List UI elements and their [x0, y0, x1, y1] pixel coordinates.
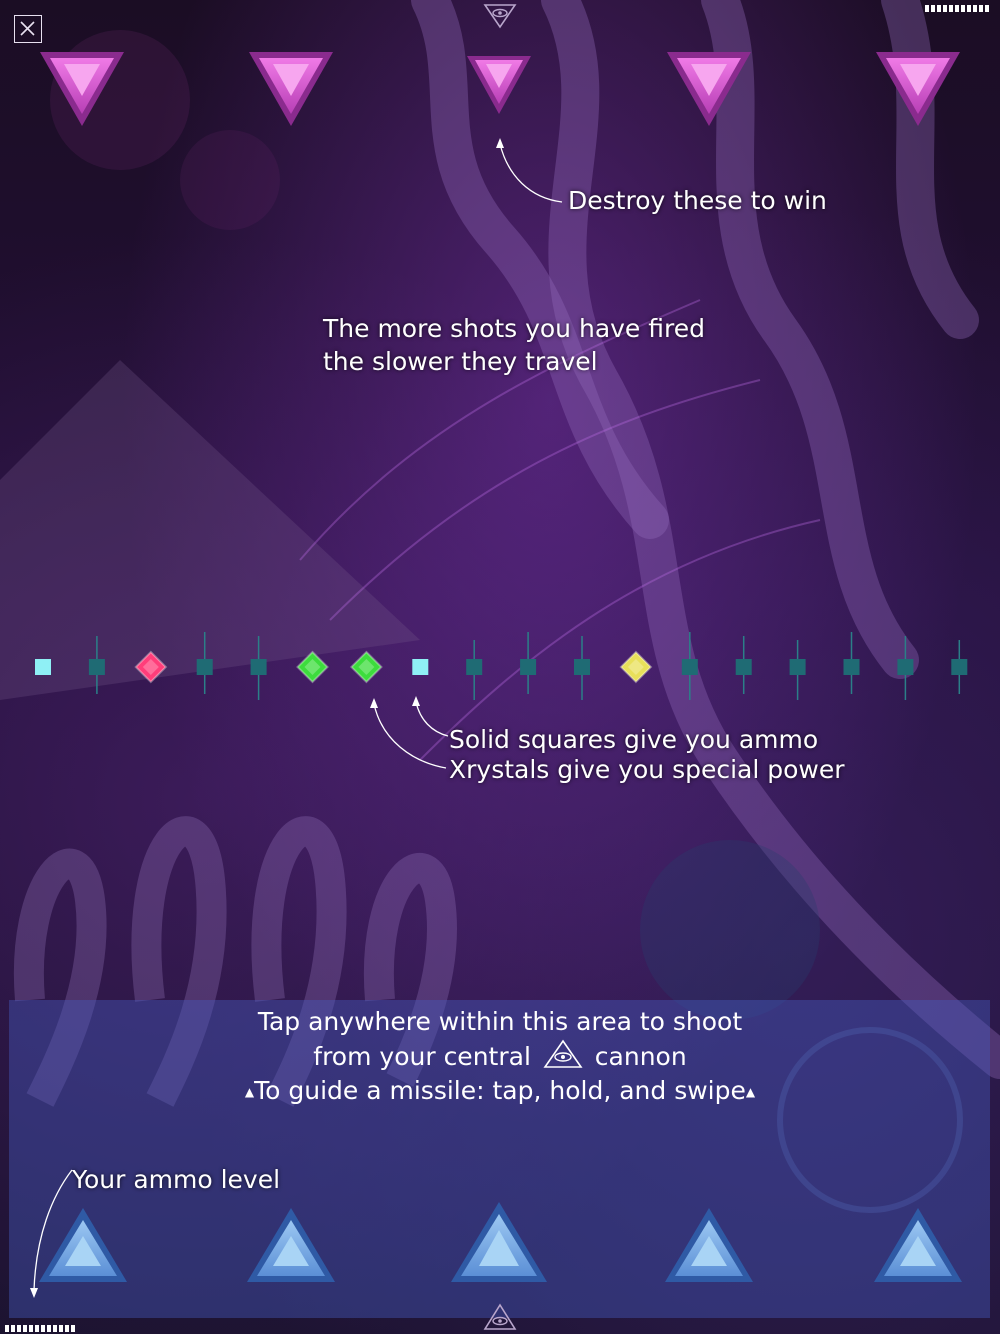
ammo-hint: Your ammo level	[72, 1165, 281, 1194]
ammo-square	[196, 632, 213, 694]
ammo-square	[735, 636, 752, 694]
pickup-row	[35, 632, 968, 700]
crystals-hint: Xrystals give you special power	[449, 755, 845, 784]
tap-hint-line-3-text: To guide a missile: tap, hold, and swipe	[254, 1076, 746, 1105]
enemy-target	[467, 56, 531, 114]
crystal-pickup	[349, 650, 383, 684]
tap-hint-line-2-end: cannon	[594, 1042, 687, 1071]
targets-hint: Destroy these to win	[568, 186, 827, 215]
enemy-target	[876, 52, 960, 126]
ammo-square	[843, 632, 860, 694]
ammo-square	[520, 632, 537, 694]
eye-pyramid-bottom-icon	[483, 1303, 517, 1330]
crystal-pickup	[296, 650, 329, 684]
crystal-pickup	[619, 650, 653, 684]
player-cannon[interactable]	[874, 1208, 962, 1282]
cannon-pyramid-icon	[543, 1039, 583, 1068]
pickup-pointer-arrows	[370, 696, 449, 769]
ammo-square	[412, 659, 429, 675]
ammo-square	[681, 632, 698, 700]
tap-hint-line-3: ▲To guide a missile: tap, hold, and swip…	[0, 1074, 1000, 1109]
enemy-targets	[40, 52, 960, 126]
player-cannons	[39, 1202, 962, 1282]
ammo-square	[951, 640, 968, 694]
enemy-target	[249, 52, 333, 126]
player-cannon[interactable]	[451, 1202, 547, 1282]
tap-hint-line-1: Tap anywhere within this area to shoot	[257, 1007, 743, 1036]
triangle-right-icon: ▲	[745, 1085, 756, 1099]
shots-hint-line-1: The more shots you have fired	[323, 314, 705, 343]
ammo-square	[789, 640, 806, 700]
squares-hint: Solid squares give you ammo	[449, 725, 819, 754]
ammo-square	[574, 636, 590, 700]
enemy-target	[667, 52, 751, 126]
tap-hint-line-2: from your central cannon	[0, 1039, 1000, 1074]
tap-hint-line-2-start: from your central	[313, 1042, 531, 1071]
player-cannon[interactable]	[665, 1208, 753, 1282]
ammo-square	[466, 640, 483, 700]
ammo-square	[250, 636, 267, 700]
game-screen: Destroy these to win The more shots you …	[0, 0, 1000, 1334]
targets-pointer-arrow	[496, 138, 563, 203]
player-cannon[interactable]	[39, 1208, 127, 1282]
ammo-square	[88, 636, 105, 694]
ammo-square	[897, 636, 914, 700]
shots-hint-line-2: the slower they travel	[323, 347, 598, 376]
tap-instructions: Tap anywhere within this area to shoot f…	[0, 1005, 1000, 1109]
enemy-target	[40, 52, 124, 126]
player-cannon[interactable]	[247, 1208, 335, 1282]
ammo-square	[35, 659, 51, 675]
crystal-pickup	[134, 650, 168, 684]
triangle-left-icon: ▲	[244, 1085, 255, 1099]
ammo-meter	[5, 1325, 75, 1332]
